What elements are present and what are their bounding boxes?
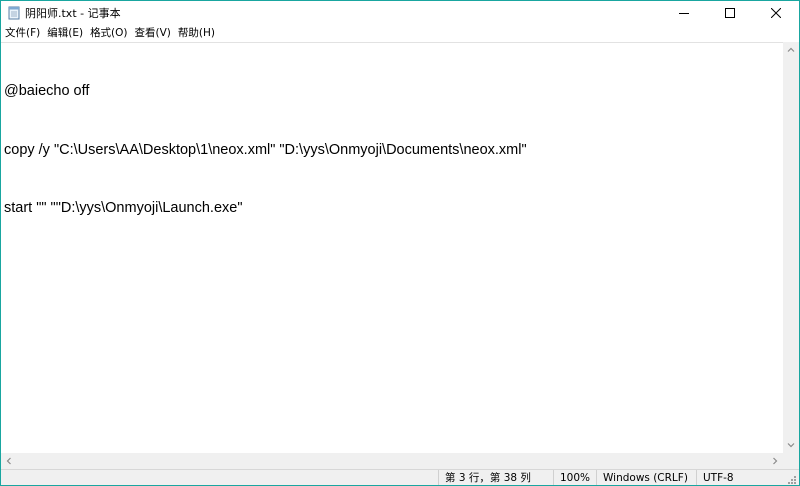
- notepad-icon: [7, 6, 21, 20]
- resize-grip-icon[interactable]: [787, 475, 797, 485]
- menu-format[interactable]: 格式(O): [87, 25, 130, 42]
- scroll-up-button[interactable]: [783, 42, 799, 58]
- menu-view[interactable]: 查看(V): [132, 25, 174, 42]
- horizontal-scrollbar[interactable]: [1, 453, 783, 469]
- status-encoding: UTF-8: [696, 470, 734, 485]
- status-zoom: 100%: [553, 470, 590, 485]
- vertical-scrollbar[interactable]: [783, 42, 799, 453]
- status-cursor-position: 第 3 行，第 38 列: [438, 470, 531, 485]
- chevron-right-icon: [773, 457, 778, 465]
- title-bar[interactable]: 阴阳师.txt - 记事本: [1, 1, 799, 25]
- chevron-left-icon: [6, 457, 11, 465]
- close-button[interactable]: [753, 1, 799, 25]
- scroll-down-button[interactable]: [783, 437, 799, 453]
- menu-help[interactable]: 帮助(H): [175, 25, 218, 42]
- menu-file[interactable]: 文件(F): [2, 25, 43, 42]
- editor-content[interactable]: @baiecho off copy /y "C:\Users\AA\Deskto…: [4, 43, 527, 258]
- text-editor[interactable]: @baiecho off copy /y "C:\Users\AA\Deskto…: [1, 42, 783, 454]
- scroll-left-button[interactable]: [1, 453, 17, 469]
- menu-bar: 文件(F) 编辑(E) 格式(O) 查看(V) 帮助(H): [1, 25, 799, 42]
- notepad-window: 阴阳师.txt - 记事本 文件(F) 编辑(E) 格式(O) 查看(V) 帮助…: [0, 0, 800, 486]
- minimize-icon: [679, 13, 689, 14]
- window-controls: [661, 1, 799, 25]
- status-bar: 第 3 行，第 38 列 100% Windows (CRLF) UTF-8: [1, 469, 799, 485]
- status-line-ending: Windows (CRLF): [596, 470, 688, 485]
- close-icon: [771, 8, 781, 18]
- maximize-button[interactable]: [707, 1, 753, 25]
- minimize-button[interactable]: [661, 1, 707, 25]
- editor-line-2: copy /y "C:\Users\AA\Desktop\1\neox.xml"…: [4, 141, 527, 158]
- window-title: 阴阳师.txt - 记事本: [25, 7, 121, 20]
- maximize-icon: [725, 8, 735, 18]
- editor-line-3: start "" ""D:\yys\Onmyoji\Launch.exe": [4, 200, 243, 216]
- chevron-down-icon: [787, 443, 795, 448]
- editor-line-1: @baiecho off: [4, 83, 90, 99]
- chevron-up-icon: [787, 47, 795, 52]
- scroll-right-button[interactable]: [767, 453, 783, 469]
- scrollbar-corner: [783, 453, 799, 469]
- menu-edit[interactable]: 编辑(E): [44, 25, 86, 42]
